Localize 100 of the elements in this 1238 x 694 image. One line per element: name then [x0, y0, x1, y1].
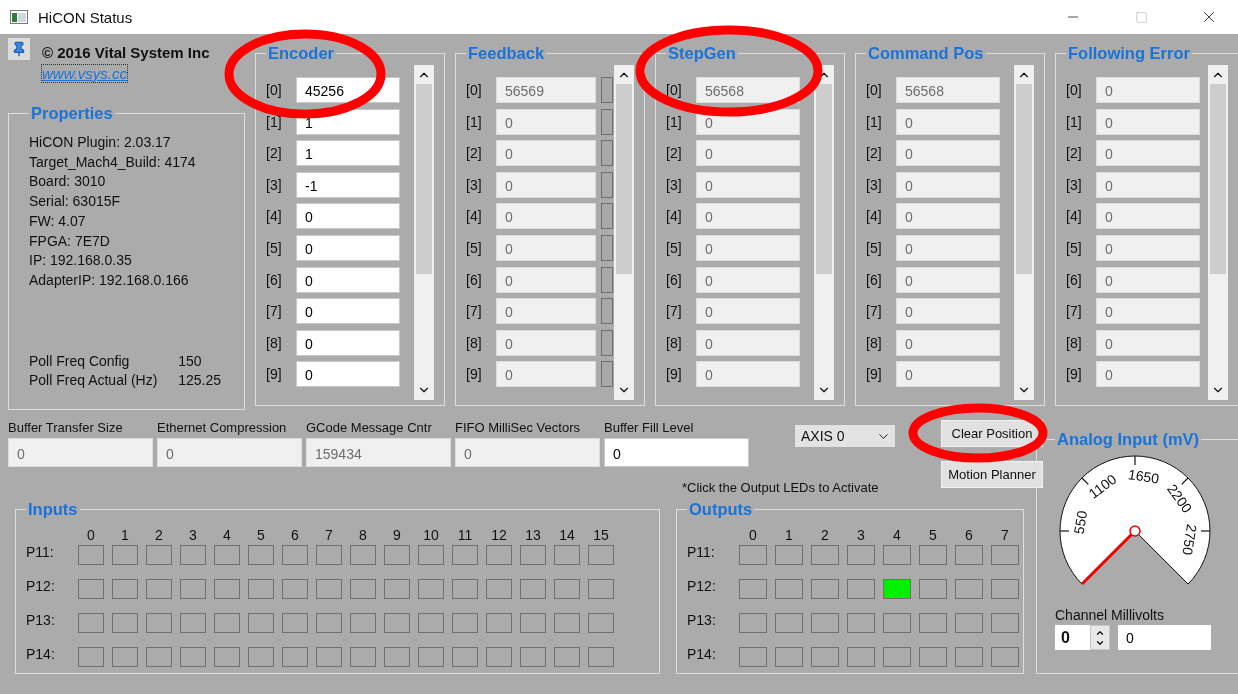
led-indicator[interactable] — [811, 647, 839, 667]
value-field[interactable]: 0 — [496, 234, 596, 261]
pin-button[interactable] — [8, 38, 30, 60]
led-indicator[interactable] — [991, 579, 1019, 599]
value-field[interactable]: 0 — [896, 329, 1000, 356]
value-field[interactable]: 0 — [896, 203, 1000, 230]
led-indicator[interactable] — [811, 545, 839, 565]
led-indicator[interactable] — [919, 579, 947, 599]
led-indicator[interactable] — [811, 613, 839, 633]
led-indicator[interactable] — [955, 545, 983, 565]
led-indicator[interactable] — [883, 579, 911, 599]
value-field[interactable]: 0 — [896, 140, 1000, 167]
led-indicator[interactable] — [739, 647, 767, 667]
led-indicator[interactable] — [739, 579, 767, 599]
led-indicator[interactable] — [919, 647, 947, 667]
scrollbar[interactable] — [1208, 65, 1228, 400]
stat-field[interactable]: 0 — [604, 438, 749, 467]
value-field[interactable]: 0 — [296, 361, 400, 388]
led-indicator[interactable] — [847, 579, 875, 599]
value-field[interactable]: 0 — [496, 171, 596, 198]
led-indicator[interactable] — [919, 613, 947, 633]
value-field[interactable]: 0 — [896, 171, 1000, 198]
action-button[interactable]: Motion Planner — [941, 461, 1043, 488]
stat-field[interactable]: 0 — [8, 438, 153, 467]
value-field[interactable]: 0 — [496, 329, 596, 356]
led-indicator[interactable] — [847, 545, 875, 565]
value-field[interactable]: 0 — [896, 234, 1000, 261]
led-indicator[interactable] — [883, 647, 911, 667]
led-indicator[interactable] — [775, 613, 803, 633]
value-field[interactable]: 0 — [1096, 361, 1200, 388]
value-field[interactable]: 0 — [1096, 266, 1200, 293]
scrollbar[interactable] — [414, 65, 434, 400]
value-field[interactable]: 0 — [696, 266, 800, 293]
led-indicator[interactable] — [991, 647, 1019, 667]
value-field[interactable]: 0 — [696, 329, 800, 356]
value-field[interactable]: 0 — [1096, 234, 1200, 261]
value-field[interactable]: 0 — [496, 108, 596, 135]
led-indicator[interactable] — [847, 613, 875, 633]
value-field[interactable]: 0 — [896, 298, 1000, 325]
scrollbar[interactable] — [1014, 65, 1034, 400]
led-indicator[interactable] — [775, 647, 803, 667]
led-indicator[interactable] — [883, 545, 911, 565]
value-field[interactable]: 0 — [896, 266, 1000, 293]
value-field[interactable]: 0 — [1096, 298, 1200, 325]
action-button[interactable]: Clear Position — [941, 420, 1043, 447]
led-indicator[interactable] — [739, 613, 767, 633]
led-indicator[interactable] — [991, 545, 1019, 565]
value-field[interactable]: 0 — [696, 234, 800, 261]
maximize-icon[interactable] — [1134, 10, 1148, 24]
value-field[interactable]: 0 — [296, 203, 400, 230]
led-indicator[interactable] — [991, 613, 1019, 633]
value-field[interactable]: 0 — [1096, 329, 1200, 356]
value-field[interactable]: 0 — [496, 266, 596, 293]
value-field[interactable]: 56568 — [696, 77, 800, 103]
scroll-thumb[interactable] — [816, 84, 832, 274]
value-field[interactable]: 0 — [496, 203, 596, 230]
value-field[interactable]: 1 — [296, 140, 400, 167]
scroll-thumb[interactable] — [1210, 84, 1226, 274]
value-field[interactable]: 56568 — [896, 77, 1000, 103]
scroll-thumb[interactable] — [1016, 84, 1032, 274]
value-field[interactable]: 56569 — [496, 77, 596, 103]
stat-field[interactable]: 0 — [157, 438, 302, 467]
scrollbar[interactable] — [814, 65, 834, 400]
led-indicator[interactable] — [955, 647, 983, 667]
led-indicator[interactable] — [739, 545, 767, 565]
value-field[interactable]: 0 — [496, 298, 596, 325]
stat-field[interactable]: 0 — [455, 438, 600, 467]
led-indicator[interactable] — [775, 545, 803, 565]
value-field[interactable]: 0 — [1096, 171, 1200, 198]
value-field[interactable]: 0 — [296, 329, 400, 356]
scrollbar[interactable] — [614, 65, 634, 400]
led-indicator[interactable] — [883, 613, 911, 633]
axis-select[interactable]: AXIS 0 — [795, 425, 895, 447]
led-indicator[interactable] — [847, 647, 875, 667]
value-field[interactable]: 0 — [696, 361, 800, 388]
value-field[interactable]: 0 — [496, 140, 596, 167]
scroll-thumb[interactable] — [616, 84, 632, 274]
led-indicator[interactable] — [811, 579, 839, 599]
value-field[interactable]: 0 — [696, 203, 800, 230]
millivolts-field[interactable]: 0 — [1118, 625, 1211, 650]
value-field[interactable]: 0 — [296, 234, 400, 261]
channel-spinner[interactable]: 0 — [1055, 625, 1110, 650]
value-field[interactable]: 0 — [896, 108, 1000, 135]
value-field[interactable]: -1 — [296, 171, 400, 198]
value-field[interactable]: 0 — [296, 266, 400, 293]
value-field[interactable]: 0 — [1096, 203, 1200, 230]
led-indicator[interactable] — [955, 579, 983, 599]
value-field[interactable]: 0 — [696, 171, 800, 198]
value-field[interactable]: 0 — [1096, 108, 1200, 135]
value-field[interactable]: 0 — [896, 361, 1000, 388]
value-field[interactable]: 0 — [696, 140, 800, 167]
led-indicator[interactable] — [775, 579, 803, 599]
stat-field[interactable]: 159434 — [306, 438, 451, 467]
value-field[interactable]: 0 — [496, 361, 596, 388]
scroll-thumb[interactable] — [416, 84, 432, 274]
value-field[interactable]: 0 — [1096, 77, 1200, 103]
led-indicator[interactable] — [919, 545, 947, 565]
value-field[interactable]: 0 — [1096, 140, 1200, 167]
led-indicator[interactable] — [955, 613, 983, 633]
value-field[interactable]: 0 — [296, 298, 400, 325]
